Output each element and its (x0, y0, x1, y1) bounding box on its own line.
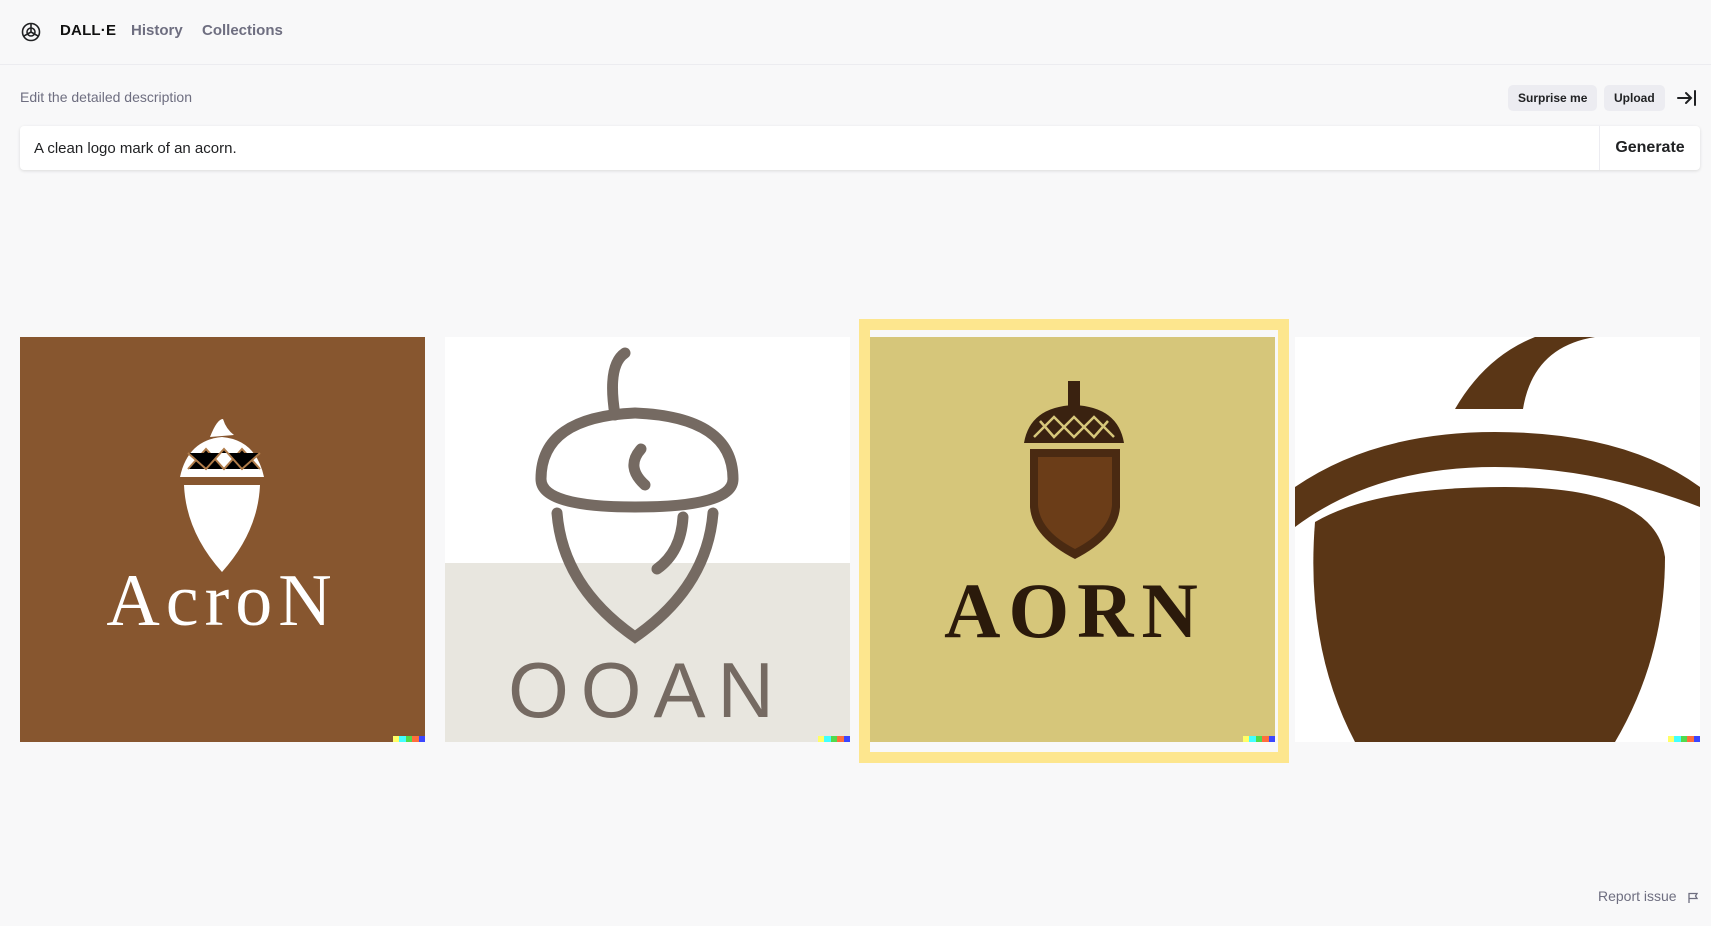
wordmark-3: AORN (944, 567, 1206, 654)
generated-image-3[interactable]: AORN (870, 337, 1275, 742)
surprise-me-button[interactable]: Surprise me (1508, 85, 1598, 111)
watermark-icon (1243, 736, 1275, 742)
watermark-icon (393, 736, 425, 742)
generated-image-4[interactable] (1295, 337, 1700, 742)
acorn-logo-image-1: AcroN (106, 419, 337, 642)
wordmark-2: OOAN (508, 646, 786, 734)
report-issue-link[interactable]: Report issue (1598, 888, 1677, 904)
watermark-icon (818, 736, 850, 742)
upload-button[interactable]: Upload (1604, 85, 1665, 111)
wordmark-1: AcroN (106, 560, 337, 642)
watermark-icon (1668, 736, 1700, 742)
top-nav: DALL·E History Collections (0, 0, 1711, 65)
acorn-logo-image-2: OOAN (445, 347, 850, 742)
generate-button[interactable]: Generate (1599, 126, 1700, 170)
generated-image-2[interactable]: OOAN (445, 337, 850, 742)
generated-image-1[interactable]: AcroN (20, 337, 425, 742)
prompt-input[interactable]: A clean logo mark of an acorn. (34, 140, 237, 157)
nav-history-link[interactable]: History (131, 22, 183, 39)
collapse-panel-icon[interactable] (1676, 88, 1698, 108)
prompt-box: A clean logo mark of an acorn. Generate (20, 126, 1700, 170)
openai-logo-icon[interactable] (19, 20, 43, 44)
prompt-label: Edit the detailed description (20, 89, 192, 105)
flag-icon[interactable] (1687, 892, 1699, 904)
acorn-logo-image-4 (1295, 337, 1700, 742)
nav-collections-link[interactable]: Collections (202, 22, 283, 39)
acorn-logo-image-3: AORN (944, 381, 1206, 654)
nav-dalle-link[interactable]: DALL·E (60, 22, 116, 39)
